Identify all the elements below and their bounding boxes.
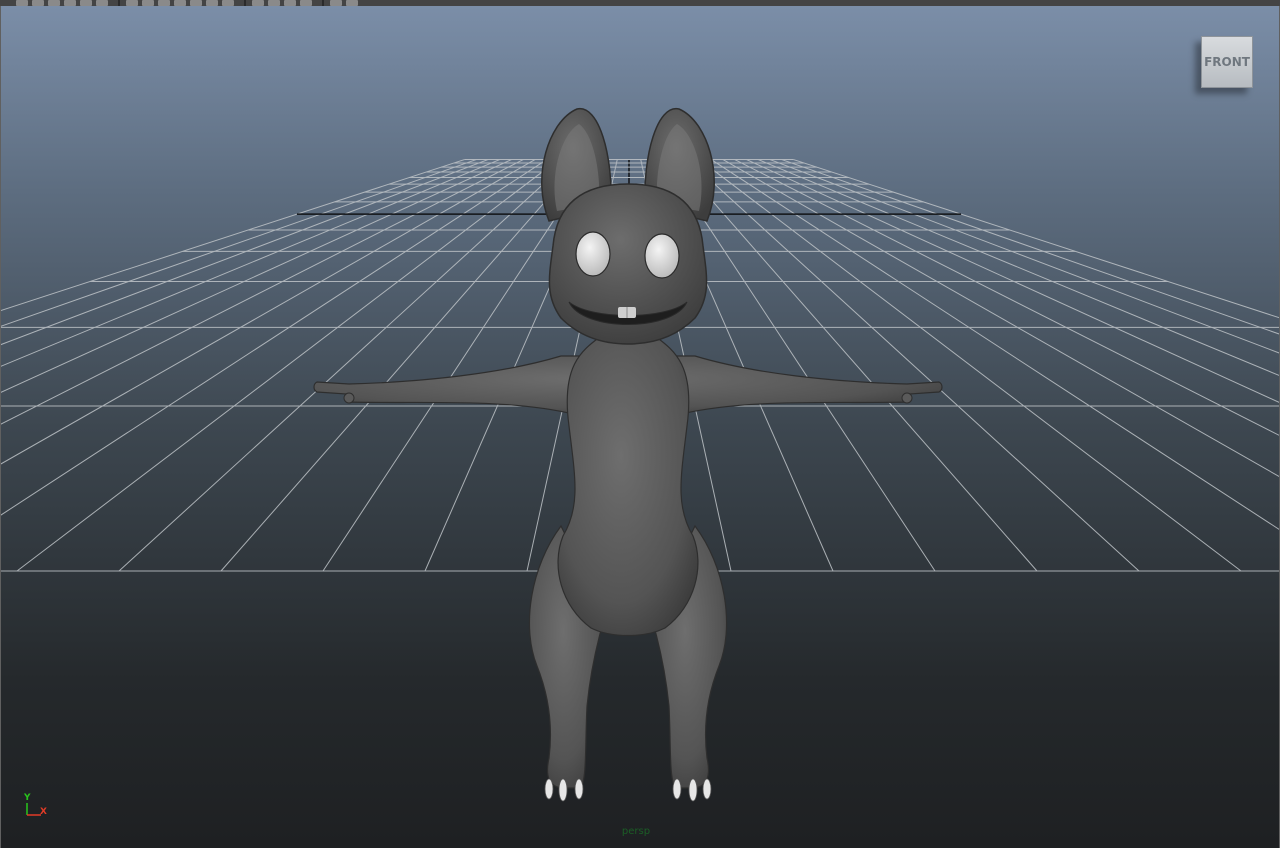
axis-y-label: Y <box>24 793 31 803</box>
axis-x-label: X <box>40 807 47 817</box>
left-foot-claws <box>544 778 584 802</box>
view-cube-face-label[interactable]: FRONT <box>1204 55 1250 69</box>
left-eye[interactable] <box>575 231 611 277</box>
view-cube[interactable]: FRONT <box>1201 36 1253 88</box>
scene-canvas[interactable] <box>1 6 1280 848</box>
right-eye[interactable] <box>644 233 680 279</box>
camera-name-label: persp <box>621 826 651 837</box>
torso[interactable] <box>557 335 699 637</box>
character-model[interactable] <box>313 108 943 802</box>
right-foot-claws <box>672 778 712 802</box>
perspective-viewport[interactable]: FRONT Y X persp <box>0 6 1280 848</box>
